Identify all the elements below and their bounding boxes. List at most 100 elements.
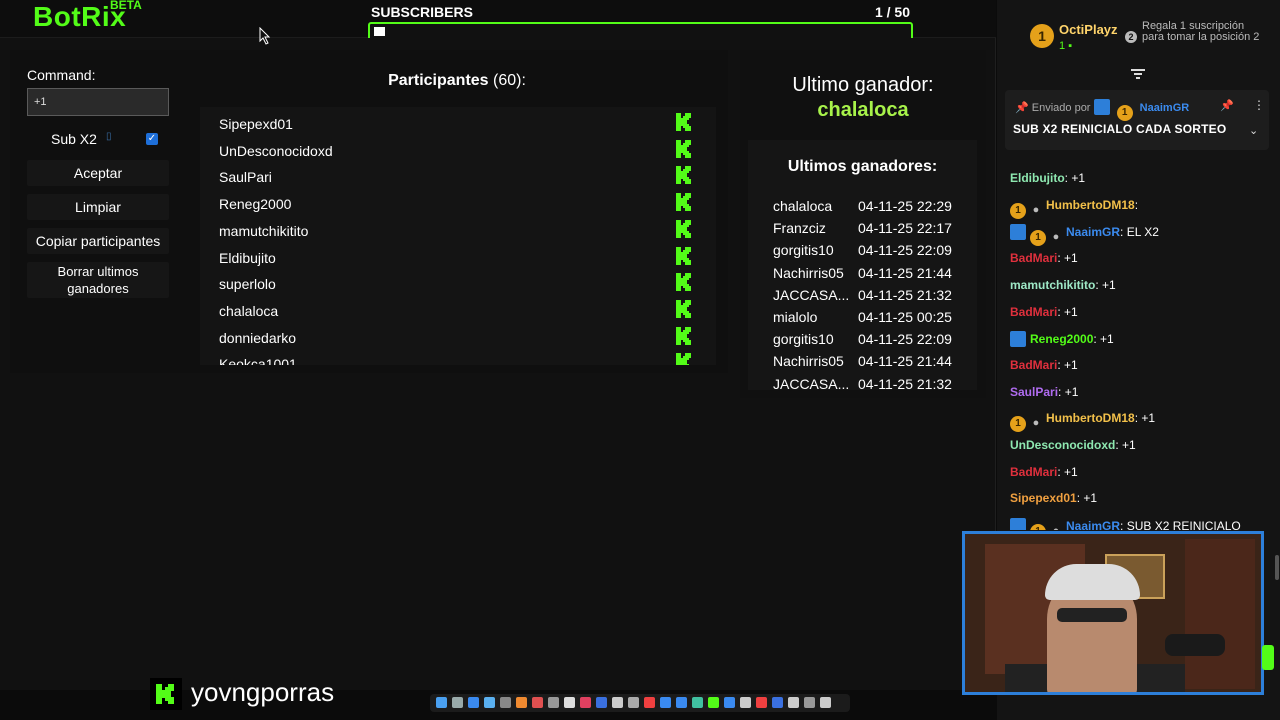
dock-app-icon[interactable] [820, 697, 831, 708]
dock-app-icon[interactable] [452, 697, 463, 708]
participant-name: Eldibujito [219, 249, 276, 266]
dock-app-icon[interactable] [804, 697, 815, 708]
chat-message: SaulPari: +1 [1010, 385, 1078, 405]
winner-row: chalaloca 04-11-25 22:29 [748, 198, 977, 220]
participant-row[interactable]: chalaloca [200, 296, 716, 322]
chat-username[interactable]: NaaimGR [1066, 225, 1120, 239]
dock-app-icon[interactable] [612, 697, 623, 708]
chat-messages[interactable]: Eldibujito: +1 1 ● HumbertoDM18: 1 ● NaaimGR: … [997, 150, 1280, 530]
chat-username[interactable]: BadMari [1010, 305, 1057, 319]
chat-scrollbar[interactable] [1275, 555, 1279, 580]
dock-app-icon[interactable] [756, 697, 767, 708]
chat-message: Sipepexd01: +1 [1010, 491, 1097, 511]
pinned-by-name[interactable]: NaaimGR [1140, 102, 1190, 114]
dock-app-icon[interactable] [580, 697, 591, 708]
participant-name: SaulPari [219, 169, 272, 186]
gift-rank-badge-icon: 1 [1116, 105, 1133, 121]
delete-winners-button[interactable]: Borrar ultimos ganadores [27, 262, 169, 298]
participant-row[interactable]: Eldibujito [200, 243, 716, 269]
subscribers-label: SUBSCRIBERS [371, 4, 473, 20]
participant-row[interactable]: Sipepexd01 [200, 109, 716, 135]
dock-app-icon[interactable] [436, 697, 447, 708]
kick-icon [676, 326, 691, 345]
dock-app-icon[interactable] [644, 697, 655, 708]
webcam-microphone [1165, 634, 1225, 656]
winner-name: chalaloca [773, 198, 833, 214]
gifter-name[interactable]: OctiPlayz [1059, 22, 1118, 37]
participant-row[interactable]: SaulPari [200, 162, 716, 188]
subx2-checkbox[interactable]: ✓ [146, 133, 158, 145]
dock-app-icon[interactable] [740, 697, 751, 708]
chat-username[interactable]: Sipepexd01 [1010, 491, 1077, 505]
delete-winners-label: Borrar ultimos ganadores [57, 264, 139, 296]
screen: BotRix BETA SUBSCRIBERS 1 / 50 Command: … [0, 0, 1280, 720]
chat-message: 1 ● NaaimGR: SUB X2 REINICIALO [1010, 518, 1241, 530]
rank-2-icon: 2 [1125, 31, 1137, 43]
participant-name: chalaloca [219, 302, 279, 319]
chevron-down-icon[interactable]: ⌄ [1249, 124, 1258, 137]
chat-username[interactable]: UnDesconocidoxd [1010, 438, 1115, 452]
winner-row: mialolo 04-11-25 00:25 [748, 309, 977, 331]
dock-app-icon[interactable] [660, 697, 671, 708]
dock-app-icon[interactable] [500, 697, 511, 708]
participants-count: (60): [493, 72, 526, 89]
filter-icon[interactable] [1131, 68, 1145, 80]
dock-app-icon[interactable] [596, 697, 607, 708]
participants-title-text: Participantes [388, 72, 489, 89]
pinned-by-label: Enviado por [1031, 102, 1091, 114]
dock-app-icon[interactable] [548, 697, 559, 708]
copy-participants-button[interactable]: Copiar participantes [27, 228, 169, 254]
chat-username[interactable]: HumbertoDM18 [1046, 198, 1135, 212]
dock-app-icon[interactable] [468, 697, 479, 708]
kick-icon [676, 246, 691, 265]
gift-rank-badge-icon: 1 [1030, 524, 1046, 530]
accept-button[interactable]: Aceptar [27, 160, 169, 186]
participant-row[interactable]: UnDesconocidoxd [200, 136, 716, 162]
dock-app-icon[interactable] [516, 697, 527, 708]
chat-username[interactable]: SaulPari [1010, 385, 1058, 399]
command-input[interactable]: +1 [27, 88, 169, 116]
participant-row[interactable]: superlolo [200, 269, 716, 295]
dock-app-icon[interactable] [708, 697, 719, 708]
winner-date: 04-11-25 21:44 [858, 353, 952, 370]
participant-row[interactable]: Keokca1001 [200, 349, 716, 365]
chat-username[interactable]: mamutchikitito [1010, 278, 1095, 292]
dock-app-icon[interactable] [772, 697, 783, 708]
unpin-icon[interactable]: 📌 [1220, 99, 1234, 112]
chat-username[interactable]: BadMari [1010, 465, 1057, 479]
more-icon[interactable]: ⋮ [1253, 98, 1265, 112]
winner-date: 04-11-25 21:44 [858, 264, 952, 281]
pin-icon: 📌 [1015, 102, 1029, 114]
streamer-username: yovngporras [191, 677, 335, 707]
chat-text: : +1 [1093, 332, 1114, 347]
gifter-sub-number: 1 [1059, 40, 1066, 52]
dock-app-icon[interactable] [564, 697, 575, 708]
participant-row[interactable]: Reneg2000 [200, 189, 716, 215]
clear-button[interactable]: Limpiar [27, 194, 169, 220]
winner-name: JACCASA... [773, 286, 850, 303]
pinned-message[interactable]: 📌 Enviado por 1 NaaimGR 📌 ⋮ SUB X2 REINI… [1005, 90, 1269, 150]
dock-app-icon[interactable] [724, 697, 735, 708]
winners-list[interactable]: Ultimos ganadores: chalaloca 04-11-25 22:… [748, 140, 977, 390]
winner-row: Franzciz 04-11-25 22:17 [748, 220, 977, 242]
participants-list[interactable]: Sipepexd01 UnDesconocidoxd SaulPari Reneg20… [200, 107, 716, 365]
dock-app-icon[interactable] [484, 697, 495, 708]
chat-username[interactable]: Eldibujito [1010, 171, 1065, 185]
dock-app-icon[interactable] [788, 697, 799, 708]
dock-app-icon[interactable] [676, 697, 687, 708]
participant-row[interactable]: donniedarko [200, 323, 716, 349]
dock-app-icon[interactable] [692, 697, 703, 708]
chat-username[interactable]: Reneg2000 [1030, 332, 1093, 346]
gift-rank-badge-icon: 1 [1030, 230, 1046, 247]
kick-icon [676, 353, 691, 365]
chat-username[interactable]: HumbertoDM18 [1046, 411, 1135, 425]
winner-date: 04-11-25 21:32 [858, 286, 952, 303]
chat-username[interactable]: BadMari [1010, 251, 1057, 265]
dock-app-icon[interactable] [628, 697, 639, 708]
participant-row[interactable]: mamutchikitito [200, 216, 716, 242]
gift-sub-prompt[interactable]: Regala 1 suscripción para tomar la posic… [1142, 21, 1262, 43]
dock-app-icon[interactable] [532, 697, 543, 708]
chat-username[interactable]: BadMari [1010, 358, 1057, 372]
chat-text: : +1 [1057, 464, 1078, 479]
chat-username[interactable]: NaaimGR [1066, 519, 1120, 530]
